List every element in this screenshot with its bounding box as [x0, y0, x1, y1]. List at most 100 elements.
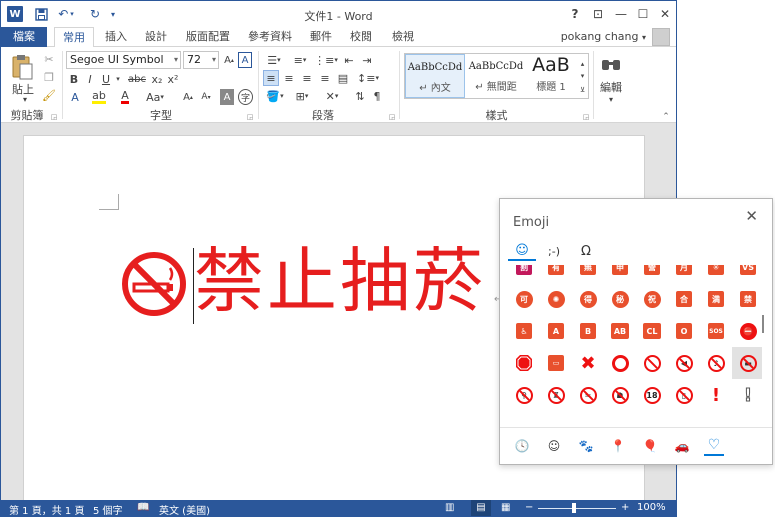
- line-spacing-icon[interactable]: ↕≡ ▾: [357, 70, 379, 86]
- emoji-cell[interactable]: [508, 347, 540, 379]
- emoji-cell[interactable]: AB: [604, 315, 636, 347]
- tab-design[interactable]: 設計: [138, 27, 174, 47]
- emoji-cell[interactable]: 秘: [604, 283, 636, 315]
- print-layout-icon[interactable]: ▤: [471, 500, 491, 516]
- show-paragraph-marks-icon[interactable]: ¶: [370, 88, 384, 104]
- emoji-cell[interactable]: ▭: [540, 347, 572, 379]
- emoji-cell[interactable]: 禁: [732, 283, 762, 315]
- emoji-cell[interactable]: 營: [636, 265, 668, 283]
- close-button[interactable]: ✕: [655, 5, 675, 23]
- web-layout-icon[interactable]: ▦: [501, 502, 510, 513]
- asian-layout-icon[interactable]: ✕ ▾: [321, 88, 343, 104]
- highlight-icon[interactable]: ab: [91, 89, 107, 105]
- transport-category-icon[interactable]: 🚗: [672, 436, 692, 456]
- format-painter-icon[interactable]: 🖌: [41, 87, 57, 103]
- recent-category-icon[interactable]: 🕓: [512, 436, 532, 456]
- tab-file[interactable]: 檔案: [1, 27, 47, 47]
- emoji-cell[interactable]: A: [540, 315, 572, 347]
- emoji-cell[interactable]: 可: [508, 283, 540, 315]
- justify-button[interactable]: ≡: [317, 70, 333, 86]
- emoji-cell[interactable]: 割: [508, 265, 540, 283]
- emoji-cell[interactable]: 満: [700, 283, 732, 315]
- emoji-cell[interactable]: 申: [604, 265, 636, 283]
- emoji-close-button[interactable]: ✕: [745, 207, 758, 225]
- shading-icon[interactable]: 🪣 ▾: [263, 88, 287, 104]
- styles-more-icon[interactable]: ⊻: [577, 82, 588, 98]
- emoji-tab-icon[interactable]: ☺: [508, 241, 536, 261]
- emoji-cell[interactable]: ✳: [700, 265, 732, 283]
- emoji-cell[interactable]: 得: [572, 283, 604, 315]
- emoji-scrollbar[interactable]: [762, 315, 764, 333]
- emoji-cell[interactable]: 合: [668, 283, 700, 315]
- document-text[interactable]: 禁止抽菸: [194, 236, 486, 326]
- grow-font-icon[interactable]: A ▴: [221, 52, 237, 68]
- ribbon-display-options-icon[interactable]: ⊡: [588, 5, 608, 23]
- emoji-cell[interactable]: ◀: [668, 347, 700, 379]
- style-no-spacing[interactable]: AaBbCcDd ↵ 無間距: [466, 54, 526, 98]
- subscript-button[interactable]: x₂: [150, 71, 164, 87]
- underline-button[interactable]: U: [99, 71, 113, 87]
- superscript-button[interactable]: x²: [166, 71, 180, 87]
- tab-view[interactable]: 檢視: [385, 27, 421, 47]
- shrink-font-size-icon[interactable]: A ▾: [199, 89, 213, 105]
- character-shading-icon[interactable]: A: [220, 89, 234, 105]
- tab-home[interactable]: 常用: [54, 27, 94, 48]
- bold-button[interactable]: B: [67, 71, 81, 87]
- align-center-button[interactable]: ≡: [281, 70, 297, 86]
- paste-icon[interactable]: [9, 53, 35, 81]
- emoji-cell[interactable]: CL: [636, 315, 668, 347]
- borders-icon[interactable]: ⊞ ▾: [291, 88, 313, 104]
- symbols-tab-icon[interactable]: Ω: [572, 241, 600, 261]
- avatar[interactable]: [652, 28, 670, 46]
- emoji-cell[interactable]: !: [700, 379, 732, 411]
- zoom-slider-track[interactable]: [538, 508, 616, 509]
- emoji-cell[interactable]: VS: [732, 265, 762, 283]
- emoji-cell[interactable]: 月: [668, 265, 700, 283]
- emoji-cell[interactable]: ≈: [572, 379, 604, 411]
- tab-mailings[interactable]: 郵件: [304, 27, 338, 47]
- numbering-icon[interactable]: ≡ ▾: [289, 52, 311, 68]
- maximize-button[interactable]: ☐: [633, 5, 653, 23]
- emoji-cell[interactable]: B: [572, 315, 604, 347]
- animal-category-icon[interactable]: 🐾: [576, 436, 596, 456]
- increase-indent-icon[interactable]: ⇥: [359, 52, 375, 68]
- kaomoji-tab-icon[interactable]: ;-): [540, 241, 568, 261]
- heart-category-icon[interactable]: ♡: [704, 436, 724, 456]
- emoji-cell[interactable]: ⛔: [732, 315, 762, 347]
- zoom-in-button[interactable]: +: [621, 502, 629, 513]
- style-heading-1[interactable]: AaB 標題 1: [525, 54, 577, 98]
- bullets-icon[interactable]: ☰ ▾: [263, 52, 285, 68]
- tab-layout[interactable]: 版面配置: [180, 27, 236, 47]
- read-mode-icon[interactable]: ▥: [445, 502, 454, 513]
- emoji-cell[interactable]: ✖: [572, 347, 604, 379]
- smiley-category-icon[interactable]: ☺: [544, 436, 564, 456]
- emoji-cell[interactable]: O: [668, 315, 700, 347]
- clear-formatting-icon[interactable]: A: [238, 52, 252, 68]
- distributed-button[interactable]: ▤: [335, 70, 351, 86]
- emoji-cell[interactable]: SOS: [700, 315, 732, 347]
- emoji-cell[interactable]: ☗: [604, 379, 636, 411]
- tab-references[interactable]: 參考資料: [242, 27, 298, 47]
- style-normal[interactable]: AaBbCcDd ↵ 內文: [405, 54, 465, 98]
- emoji-cell[interactable]: ▯: [668, 379, 700, 411]
- enclose-characters-icon[interactable]: 字: [238, 89, 253, 105]
- minimize-button[interactable]: —: [611, 5, 631, 23]
- page-count[interactable]: 第 1 頁，共 1 頁: [9, 502, 84, 516]
- emoji-cell[interactable]: !: [732, 379, 762, 411]
- emoji-cell[interactable]: [636, 347, 668, 379]
- zoom-level[interactable]: 100%: [637, 502, 666, 513]
- emoji-cell[interactable]: 有: [540, 265, 572, 283]
- change-case-button[interactable]: Aa ▾: [143, 89, 167, 105]
- emoji-cell[interactable]: 18: [636, 379, 668, 411]
- emoji-cell[interactable]: ⚲: [508, 379, 540, 411]
- binoculars-icon[interactable]: [599, 53, 623, 75]
- emoji-cell[interactable]: ♜: [540, 379, 572, 411]
- emoji-cell[interactable]: 無: [572, 265, 604, 283]
- zoom-slider-thumb[interactable]: [572, 503, 576, 513]
- font-name-combo[interactable]: Segoe UI Symbol ▾: [66, 51, 181, 69]
- help-button[interactable]: ?: [565, 5, 585, 23]
- language-status[interactable]: 英文 (美國): [159, 502, 210, 516]
- underline-dropdown-icon[interactable]: ▾: [114, 71, 122, 87]
- emoji-cell[interactable]: [604, 347, 636, 379]
- tab-review[interactable]: 校閱: [343, 27, 379, 47]
